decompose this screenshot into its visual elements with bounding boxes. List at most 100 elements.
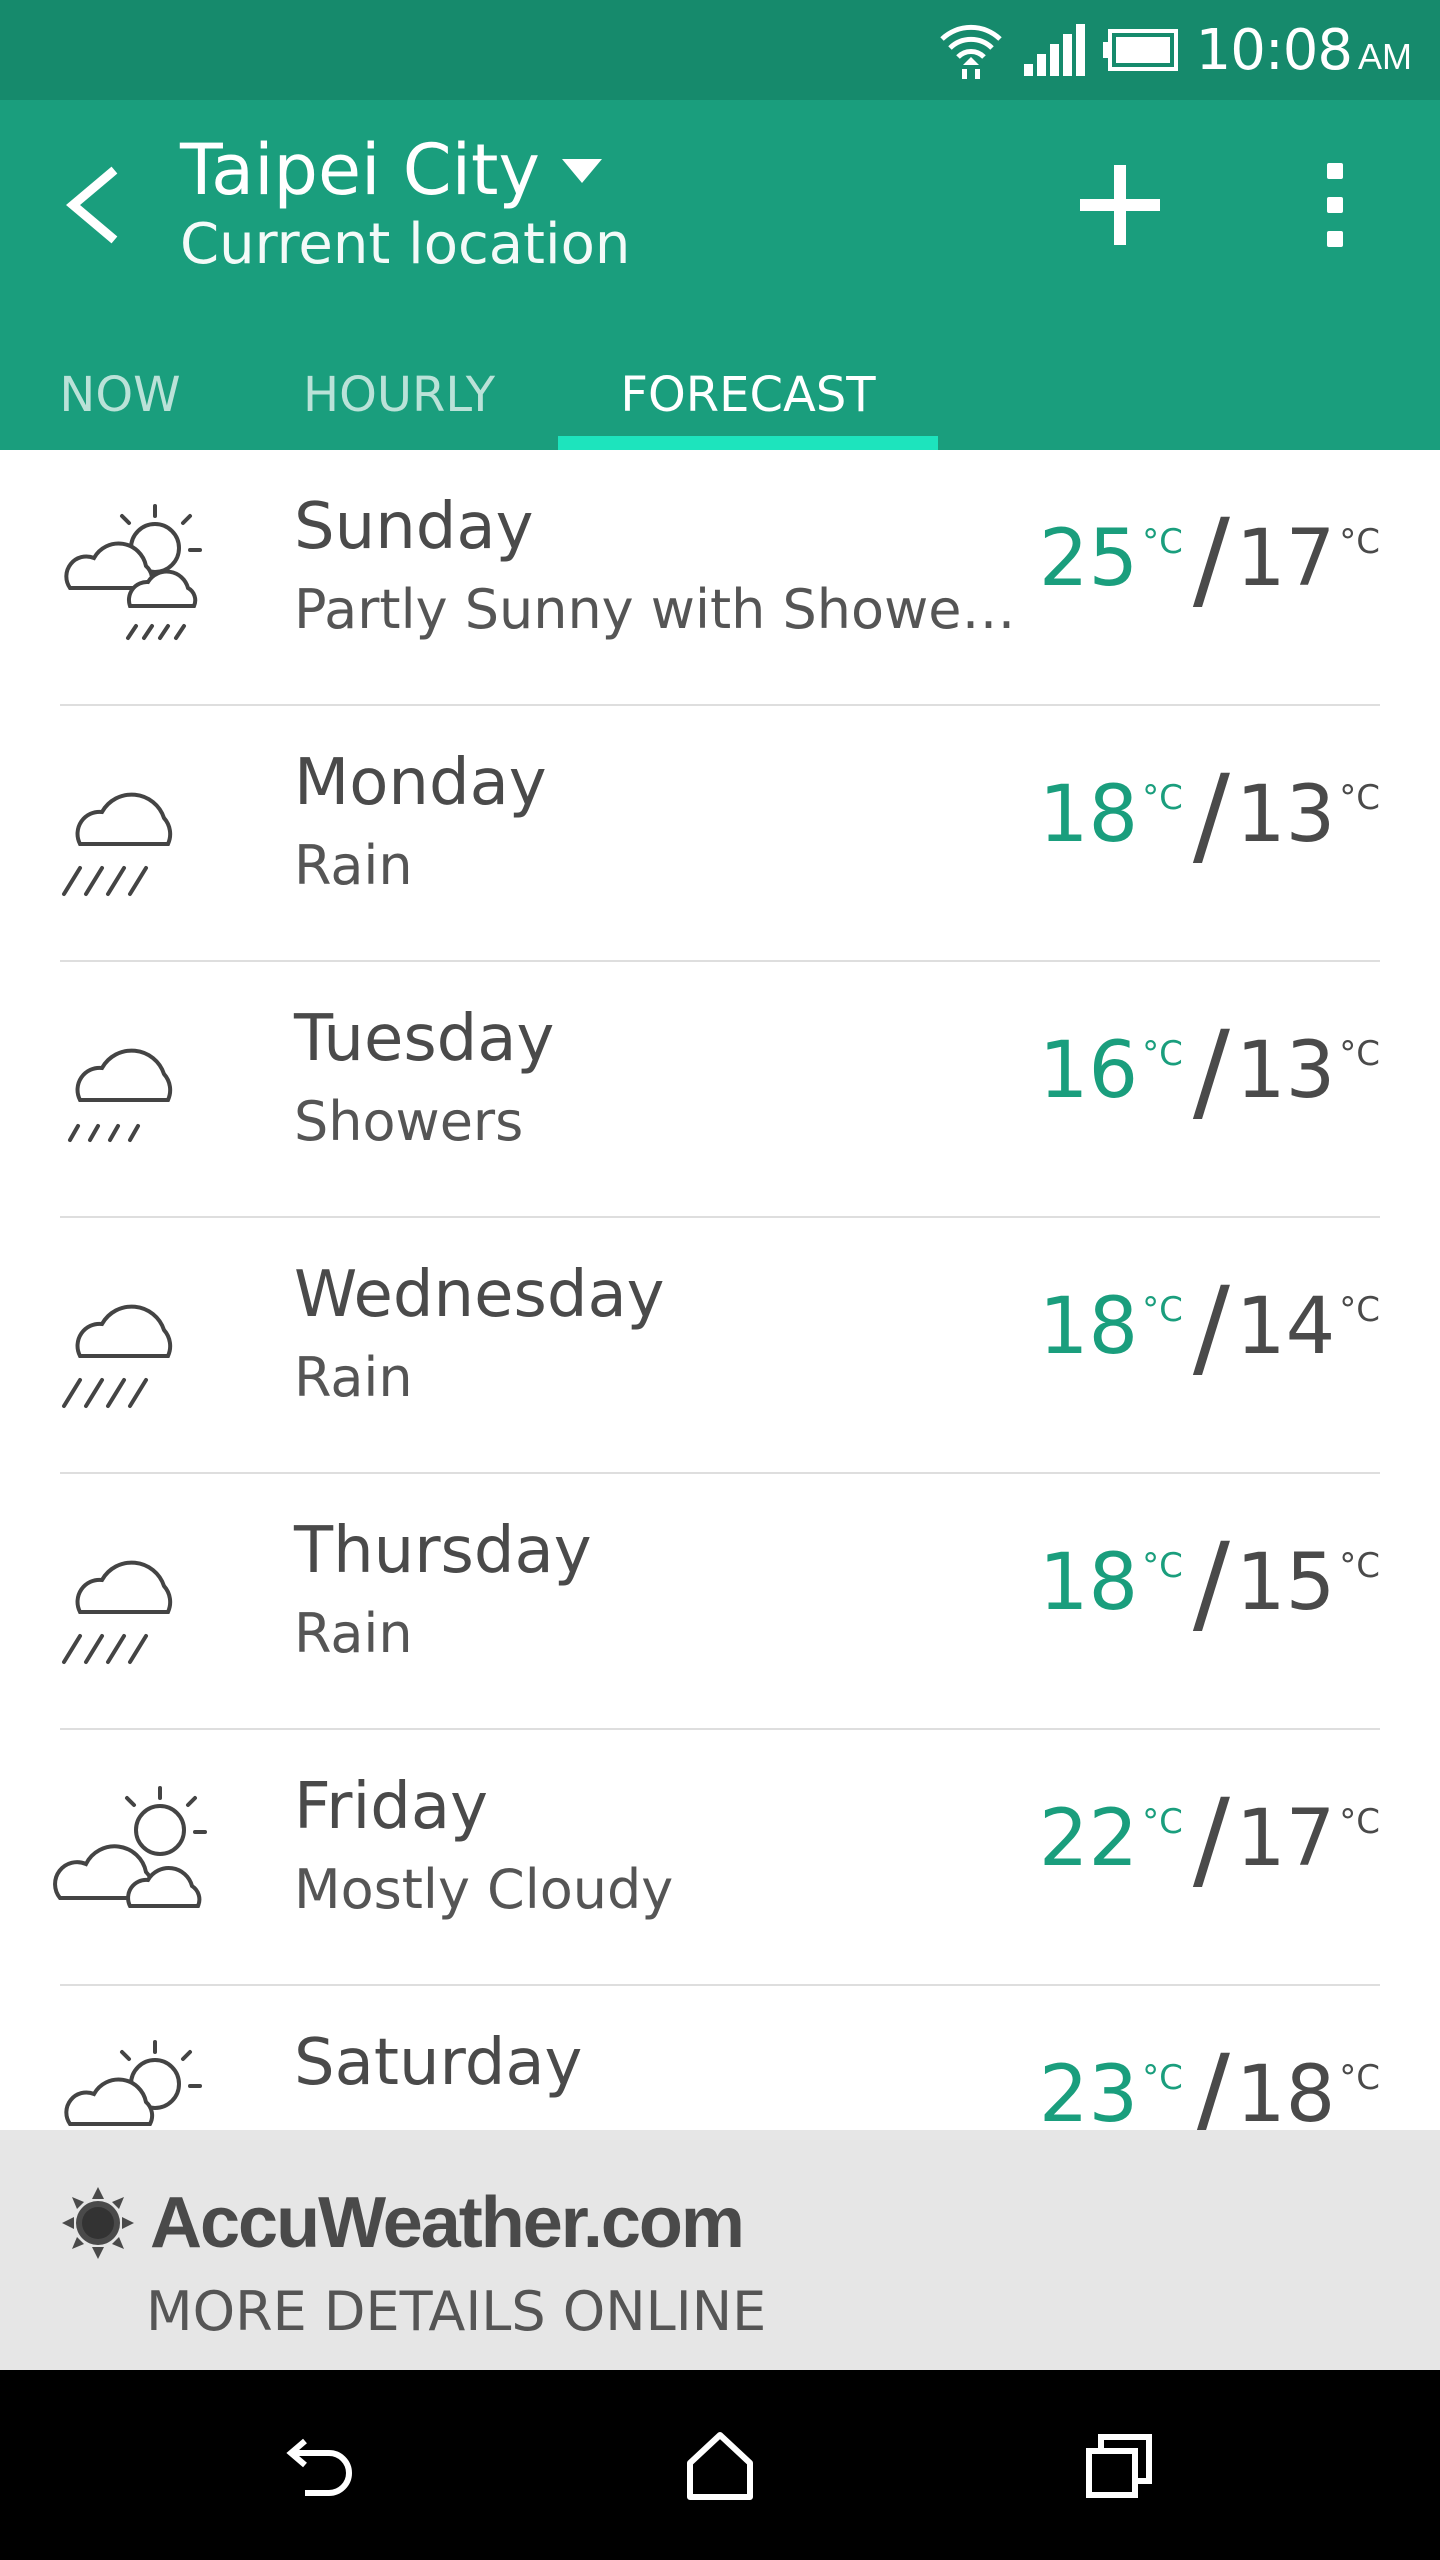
more-details-link[interactable]: MORE DETAILS ONLINE (146, 2280, 766, 2343)
temp-unit: °C (1142, 1034, 1183, 1074)
overflow-menu-icon (1327, 231, 1343, 247)
rain-icon (62, 1560, 173, 1664)
showers-icon (68, 1048, 173, 1142)
temperature-range: 22 °C / 17 °C (1038, 1784, 1380, 1894)
partly-sunny-showers-icon (64, 504, 202, 640)
temp-unit: °C (1142, 1802, 1183, 1842)
back-arrow-icon (66, 166, 118, 244)
add-location-button[interactable] (1070, 155, 1170, 255)
day-name: Tuesday (294, 1002, 555, 1076)
nav-recents-icon (1086, 2434, 1152, 2498)
tab-now[interactable]: NOW (0, 340, 240, 450)
status-bar: 10:08 AM (0, 0, 1440, 100)
low-temp: 18 (1235, 2050, 1336, 2130)
rain-icon (62, 792, 173, 896)
battery-icon (1102, 29, 1178, 71)
overflow-menu-icon (1327, 197, 1343, 213)
nav-recents-button[interactable] (1064, 2410, 1174, 2520)
temp-unit: °C (1142, 1546, 1183, 1586)
partly-sunny-icon (64, 2040, 202, 2126)
nav-home-icon (687, 2432, 753, 2500)
high-temp: 18 (1038, 1282, 1139, 1372)
condition-text: Rain (294, 834, 413, 897)
temp-unit: °C (1339, 1802, 1380, 1842)
condition-text: Showers (294, 1090, 524, 1153)
caret-down-icon (561, 159, 602, 183)
temperature-range: 25 °C / 17 °C (1038, 504, 1380, 614)
high-temp: 25 (1038, 514, 1139, 604)
accuweather-sun-icon (62, 2187, 134, 2259)
forecast-row[interactable]: Wednesday Rain 18 °C / 14 °C (60, 1218, 1380, 1474)
forecast-row[interactable]: Tuesday Showers 16 °C / 13 °C (60, 962, 1380, 1218)
forecast-row[interactable]: Friday Mostly Cloudy 22 °C / 17 °C (53, 1730, 1380, 1986)
status-clock: 10:08 AM (1196, 18, 1412, 83)
brand-name: AccuWeather.com (150, 2183, 745, 2263)
temp-unit: °C (1142, 2058, 1183, 2098)
temp-divider: / (1192, 1519, 1230, 1647)
low-temp: 15 (1235, 1538, 1336, 1628)
condition-text: Mostly Cloudy (294, 1858, 674, 1921)
forecast-row[interactable]: Saturday 23 °C / 18 °C (60, 1986, 1380, 2130)
system-nav-bar (0, 2370, 1440, 2560)
location-selector[interactable]: Taipei City Current location (180, 130, 630, 280)
temp-unit: °C (1142, 522, 1183, 562)
tab-forecast[interactable]: FORECAST (558, 340, 938, 450)
forecast-list[interactable]: Sunday Partly Sunny with Showe… 25 °C / 1… (0, 450, 1440, 2130)
temp-unit: °C (1339, 522, 1380, 562)
temp-divider: / (1192, 1263, 1230, 1391)
low-temp: 17 (1235, 1794, 1336, 1884)
temp-unit: °C (1142, 1290, 1183, 1330)
day-name: Friday (294, 1770, 488, 1844)
day-name: Monday (294, 746, 547, 820)
forecast-row[interactable]: Thursday Rain 18 °C / 15 °C (60, 1474, 1380, 1730)
nav-back-button[interactable] (266, 2410, 376, 2520)
forecast-row[interactable]: Monday Rain 18 °C / 13 °C (60, 706, 1380, 962)
signal-icon (1023, 24, 1085, 76)
nav-back-icon (286, 2438, 352, 2496)
condition-text: Rain (294, 1346, 413, 1409)
temp-unit: °C (1339, 778, 1380, 818)
high-temp: 22 (1038, 1794, 1139, 1884)
temp-divider: / (1192, 1007, 1230, 1135)
mostly-cloudy-icon (53, 1786, 207, 1908)
app-bar: Taipei City Current location NOW HOURLY … (0, 100, 1440, 450)
plus-icon (1080, 165, 1160, 245)
low-temp: 14 (1235, 1282, 1336, 1372)
city-name: Taipei City (180, 129, 540, 211)
temp-divider: / (1192, 1775, 1230, 1903)
temperature-range: 16 °C / 13 °C (1038, 1016, 1380, 1126)
day-name: Thursday (294, 1514, 592, 1588)
temp-unit: °C (1339, 1034, 1380, 1074)
temperature-range: 23 °C / 18 °C (1038, 2040, 1380, 2130)
rain-icon (62, 1304, 173, 1408)
temp-divider: / (1192, 2031, 1230, 2130)
low-temp: 17 (1235, 514, 1336, 604)
high-temp: 23 (1038, 2050, 1139, 2130)
status-ampm: AM (1358, 35, 1412, 77)
temp-unit: °C (1339, 2058, 1380, 2098)
condition-text: Partly Sunny with Showe… (294, 578, 1016, 641)
back-button[interactable] (46, 150, 136, 260)
high-temp: 18 (1038, 770, 1139, 860)
location-subtitle: Current location (180, 212, 631, 277)
temperature-range: 18 °C / 14 °C (1038, 1272, 1380, 1382)
brand-logo: AccuWeather.com (60, 2182, 745, 2264)
temperature-range: 18 °C / 15 °C (1038, 1528, 1380, 1638)
high-temp: 16 (1038, 1026, 1139, 1116)
overflow-menu-button[interactable] (1300, 155, 1370, 255)
overflow-menu-icon (1327, 163, 1343, 179)
day-name: Wednesday (294, 1258, 665, 1332)
forecast-row[interactable]: Sunday Partly Sunny with Showe… 25 °C / 1… (60, 450, 1380, 706)
temp-divider: / (1192, 751, 1230, 879)
nav-home-button[interactable] (665, 2410, 775, 2520)
status-time: 10:08 (1195, 17, 1353, 83)
high-temp: 18 (1038, 1538, 1139, 1628)
temp-unit: °C (1339, 1546, 1380, 1586)
tab-hourly[interactable]: HOURLY (240, 340, 558, 450)
low-temp: 13 (1235, 1026, 1336, 1116)
temp-divider: / (1192, 495, 1230, 623)
temperature-range: 18 °C / 13 °C (1038, 760, 1380, 870)
wifi-icon (939, 24, 1002, 79)
accuweather-footer[interactable]: AccuWeather.com MORE DETAILS ONLINE (0, 2130, 1440, 2370)
day-name: Saturday (294, 2026, 583, 2100)
